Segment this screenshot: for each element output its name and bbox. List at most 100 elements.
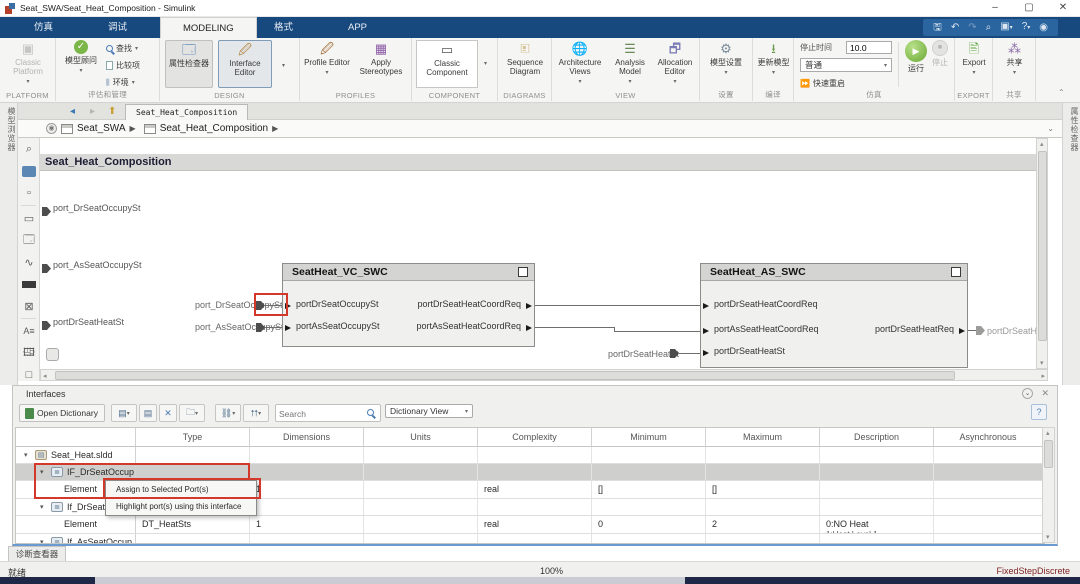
block-port-label[interactable]: portDrSeatHeatReq [875, 324, 954, 334]
run-button[interactable]: ▶ 运行 [902, 40, 930, 73]
model-browser-strip[interactable]: 模型浏览器 [0, 107, 17, 152]
input-port-icon[interactable] [703, 350, 709, 356]
design-more-icon[interactable]: ▾ [282, 62, 285, 69]
account-icon[interactable]: ◉ [1039, 19, 1048, 36]
nav-up-icon[interactable]: ⬆ [108, 105, 116, 118]
capture-icon[interactable]: ▣▾ [1000, 18, 1012, 37]
view-mode-select[interactable]: Dictionary View ▾ [385, 404, 473, 418]
output-port-icon[interactable] [959, 328, 965, 334]
move-button[interactable]: ⮅ ▾ [243, 404, 269, 422]
table-vscrollbar[interactable]: ▴ ▾ [1042, 427, 1055, 543]
update-model-button[interactable]: ⭳ 更新模型 ▾ [755, 40, 792, 78]
table-row[interactable]: ▾ ▤ Seat_Heat.sldd [16, 447, 1044, 464]
document-tab[interactable]: Seat_Heat_Composition [125, 104, 249, 120]
breadcrumb-item-subsystem[interactable]: Seat_Heat_Composition [160, 123, 268, 134]
tab-app[interactable]: APP [326, 17, 389, 38]
zoom-icon[interactable]: ⌕ [18, 138, 40, 160]
architecture-views-button[interactable]: 🌐 Architecture Views ▾ [554, 40, 606, 87]
feeder-label[interactable]: port_AsSeatOccupySt [195, 322, 284, 332]
export-button[interactable]: 🖹 Export ▾ [957, 40, 991, 78]
diagnostic-viewer-tab[interactable]: 诊断查看器 [8, 546, 66, 561]
canvas-hscrollbar[interactable]: ◂ ▸ [40, 369, 1048, 381]
stop-button[interactable]: ■ 停止 [928, 40, 952, 67]
property-inspector-button[interactable]: 🗔 属性检查器 [165, 40, 213, 88]
link-button[interactable]: ⛓ ▾ [215, 404, 241, 422]
environment-button[interactable]: ⫼ 环境 ▾ [106, 77, 135, 88]
column-header[interactable]: Dimensions [250, 428, 364, 446]
close-button[interactable]: ✕ [1048, 0, 1078, 16]
minimize-button[interactable]: – [980, 0, 1010, 16]
frame-icon[interactable]: ▫ [18, 182, 40, 204]
tab-debug[interactable]: 调试 [86, 17, 149, 38]
column-header[interactable] [16, 428, 136, 446]
block-port-label[interactable]: portAsSeatHeatCoordReq [714, 324, 819, 334]
block-seatheat-vc-swc[interactable]: SeatHeat_VC_SWC portDrSeatOccupySt portA… [282, 263, 535, 347]
block-port-label[interactable]: portAsSeatHeatCoordReq [416, 321, 521, 331]
signal-wire[interactable] [968, 330, 976, 331]
input-port-icon[interactable] [285, 325, 291, 331]
model-advisor-button[interactable]: ✓ 模型顾问 ▾ [62, 40, 100, 76]
signal-wire[interactable] [535, 305, 700, 306]
canvas-vscrollbar[interactable]: ▴ ▾ [1036, 138, 1048, 369]
input-port-icon[interactable] [703, 328, 709, 334]
area-icon[interactable]: 🗔 [18, 229, 40, 251]
apply-stereotypes-button[interactable]: ▦ Apply Stereotypes [354, 40, 408, 77]
panel-help-icon[interactable]: ? [1031, 404, 1047, 420]
compare-button[interactable]: 比较项 [106, 60, 140, 71]
scroll-down-icon[interactable]: ▾ [1046, 533, 1050, 541]
signal-wire[interactable] [614, 331, 700, 332]
classic-component-button[interactable]: ▭ Classic Component [416, 40, 478, 88]
open-dictionary-button[interactable]: Open Dictionary [19, 404, 105, 422]
expand-caret-icon[interactable]: ▾ [24, 447, 28, 464]
column-header[interactable]: Complexity [478, 428, 592, 446]
menu-item-highlight[interactable]: Highlight port(s) using this interface [106, 498, 256, 515]
scroll-right-icon[interactable]: ▸ [1041, 372, 1045, 380]
search-icon[interactable]: ⌕ [986, 19, 992, 36]
expand-caret-icon[interactable]: ▾ [40, 534, 44, 543]
scroll-left-icon[interactable]: ◂ [43, 372, 47, 380]
breadcrumb-item-model[interactable]: Seat_SWA [77, 123, 126, 134]
feeder-label[interactable]: portDrSeatHeatSt [608, 349, 679, 359]
boundary-port-icon[interactable] [42, 264, 51, 273]
annotation-image-icon[interactable] [22, 165, 36, 177]
output-port-icon[interactable] [526, 325, 532, 331]
block-port-label[interactable]: portDrSeatHeatCoordReq [714, 299, 818, 309]
share-button[interactable]: ⁂ 共享 ▾ [998, 40, 1031, 78]
subsystem-icon-tool[interactable]: ▭ [18, 207, 40, 229]
add-interface-button[interactable]: ▤ ▾ [111, 404, 137, 422]
component-gallery-icon[interactable]: ▾ [484, 60, 487, 67]
stop-time-input[interactable] [846, 41, 892, 54]
scroll-up-icon[interactable]: ▴ [1040, 140, 1044, 148]
annotation-text-icon[interactable]: A≡ [18, 320, 40, 342]
tab-format[interactable]: 格式 [252, 17, 315, 38]
model-settings-button[interactable]: ⚙ 模型设置 ▾ [705, 40, 747, 78]
scroll-down-icon[interactable]: ▾ [1040, 359, 1044, 367]
external-input-label[interactable]: port_DrSeatOccupySt [53, 203, 141, 213]
signal-wire[interactable] [535, 327, 614, 328]
panel-menu-icon[interactable]: ⌄ [1022, 388, 1033, 399]
feeder-label[interactable]: port_DrSeatOccupySt [195, 300, 283, 310]
table-row[interactable]: ▾ ≣ If_AsSeatOccup [16, 534, 1044, 543]
allocation-editor-button[interactable]: 🗗 Allocation Editor ▾ [652, 40, 698, 87]
expand-caret-icon[interactable]: ▾ [40, 499, 44, 516]
save-icon[interactable]: 🖫 [933, 19, 942, 36]
table-row[interactable]: Element DT_HeatSts 1 real 0 2 0:NO Heat1… [16, 516, 1044, 534]
image-icon[interactable]: 🖽 [18, 342, 40, 364]
maximize-button[interactable]: ▢ [1014, 0, 1044, 16]
add-element-button[interactable]: ▤ [139, 404, 157, 422]
external-output-port-icon[interactable] [976, 326, 985, 335]
block-seatheat-as-swc[interactable]: SeatHeat_AS_SWC portDrSeatHeatCoordReq p… [700, 263, 968, 368]
redo-icon[interactable]: ↷ [968, 19, 976, 36]
panel-close-icon[interactable]: ✕ [1041, 388, 1049, 399]
property-inspector-strip[interactable]: 属性检查器 [1063, 107, 1080, 152]
output-port-icon[interactable] [526, 303, 532, 309]
external-input-label[interactable]: port_AsSeatOccupySt [53, 260, 142, 270]
classic-platform-button[interactable]: ▣ Classic Platform ▾ [6, 40, 50, 87]
block-checkbox-icon[interactable] [951, 267, 961, 277]
block-header[interactable]: SeatHeat_AS_SWC [701, 264, 967, 281]
import-button[interactable]: 🗀 ▾ [179, 404, 205, 422]
boundary-port-icon[interactable] [42, 321, 51, 330]
column-header[interactable]: Maximum [706, 428, 820, 446]
block-checkbox-icon[interactable] [518, 267, 528, 277]
annotation-marker-icon[interactable] [46, 348, 59, 361]
